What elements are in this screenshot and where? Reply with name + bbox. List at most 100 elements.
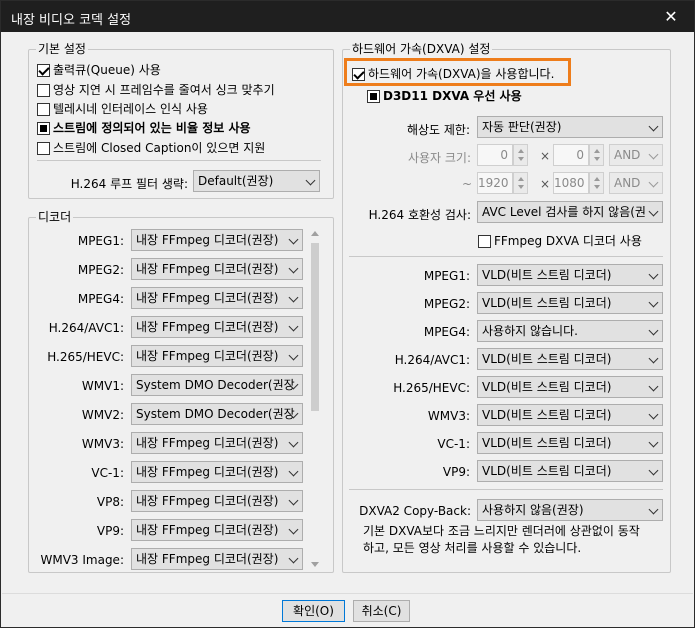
hw-codec-label-2: MPEG4:: [423, 325, 470, 339]
telecine-checkbox[interactable]: [37, 103, 50, 116]
decoder-scrollbar[interactable]: [308, 227, 322, 571]
ffmpeg-dxva-label: FFmpeg DXVA 디코더 사용: [494, 234, 642, 248]
h264-loop-filter-select[interactable]: Default(권장): [193, 170, 320, 192]
hw-codec-label-0: MPEG1:: [423, 269, 470, 283]
hw-enable-label: 하드웨어 가속(DXVA)을 사용합니다.: [368, 67, 555, 81]
hw-codec-label-1: MPEG2:: [423, 297, 470, 311]
copyback-description-2: 하고, 모든 영상 처리를 사용할 수 있습니다.: [363, 541, 582, 555]
hw-codec-select-1[interactable]: VLD(비트 스트림 디코더): [477, 292, 663, 314]
decoder-select-7[interactable]: 내장 FFmpeg 디코더(권장): [131, 432, 303, 454]
decoder-label-1: MPEG2:: [77, 263, 124, 277]
dialog-footer: [2, 593, 693, 627]
max-height-stepper[interactable]: [589, 172, 604, 194]
scroll-up-icon[interactable]: [311, 231, 319, 236]
option-d3d11[interactable]: D3D11 DXVA 우선 사용: [367, 87, 522, 104]
decoder-group-title: 디코더: [36, 210, 74, 224]
option-telecine[interactable]: 텔레시네 인터레이스 인식 사용: [37, 100, 208, 117]
times-sign: ×: [540, 149, 551, 163]
d3d11-checkbox[interactable]: [367, 90, 380, 103]
decoder-label-5: WMV1:: [81, 379, 124, 393]
scroll-thumb[interactable]: [311, 243, 319, 411]
decoder-select-9[interactable]: 내장 FFmpeg 디코더(권장): [131, 490, 303, 512]
closed-caption-label: 스트림에 Closed Caption이 있으면 지원: [53, 141, 266, 155]
h264-compat-label: H.264 호환성 검사:: [368, 208, 471, 222]
copyback-select[interactable]: 사용하지 않음(권장): [477, 499, 663, 521]
stream-aspect-checkbox[interactable]: [37, 122, 50, 135]
decoder-select-11[interactable]: 내장 FFmpeg 디코더(권장): [131, 548, 303, 570]
frame-drop-sync-checkbox[interactable]: [37, 84, 50, 97]
hw-separator-2: [349, 489, 663, 490]
decoder-select-8[interactable]: 내장 FFmpeg 디코더(권장): [131, 461, 303, 483]
decoder-select-6[interactable]: System DMO Decoder(권장: [131, 403, 303, 425]
and-select-2[interactable]: AND: [609, 172, 663, 194]
codec-settings-dialog: 내장 비디오 코덱 설정 ✕ 기본 설정 출력큐(Queue) 사용 영상 지연…: [0, 0, 695, 628]
user-size-label: 사용자 크기:: [407, 151, 471, 165]
min-height-stepper[interactable]: [589, 144, 604, 166]
hw-codec-select-6[interactable]: VLD(비트 스트림 디코더): [477, 432, 663, 454]
cancel-button[interactable]: 취소(C): [353, 600, 410, 622]
ok-button[interactable]: 확인(O): [282, 600, 345, 622]
output-queue-label: 출력큐(Queue) 사용: [53, 63, 161, 77]
decoder-select-4[interactable]: 내장 FFmpeg 디코더(권장): [131, 345, 303, 367]
option-output-queue[interactable]: 출력큐(Queue) 사용: [37, 61, 161, 78]
hw-codec-select-3[interactable]: VLD(비트 스트림 디코더): [477, 348, 663, 370]
hw-separator-1: [349, 256, 663, 257]
hw-codec-select-2[interactable]: 사용하지 않습니다.: [477, 320, 663, 342]
basic-separator: [37, 160, 321, 161]
d3d11-label: D3D11 DXVA 우선 사용: [383, 89, 522, 103]
basic-settings-title: 기본 설정: [36, 42, 88, 56]
hw-codec-label-6: VC-1:: [437, 437, 470, 451]
and-select-1[interactable]: AND: [609, 144, 663, 166]
decoder-select-1[interactable]: 내장 FFmpeg 디코더(권장): [131, 258, 303, 280]
min-width-stepper[interactable]: [513, 144, 528, 166]
decoder-label-8: VC-1:: [91, 466, 124, 480]
scroll-down-icon[interactable]: [311, 562, 319, 567]
resolution-limit-select[interactable]: 자동 판단(권장): [477, 116, 663, 138]
h264-loop-filter-label: H.264 루프 필터 생략:: [70, 177, 188, 191]
decoder-select-0[interactable]: 내장 FFmpeg 디코더(권장): [131, 229, 303, 251]
min-width-input[interactable]: 0: [477, 144, 513, 166]
hw-accel-title: 하드웨어 가속(DXVA) 설정: [350, 42, 493, 56]
copyback-description-1: 기본 DXVA보다 조금 느리지만 렌더러에 상관없이 동작: [363, 524, 640, 538]
output-queue-checkbox[interactable]: [37, 64, 50, 77]
decoder-select-3[interactable]: 내장 FFmpeg 디코더(권장): [131, 316, 303, 338]
decoder-label-3: H.264/AVC1:: [48, 321, 124, 335]
decoder-select-5[interactable]: System DMO Decoder(권장: [131, 374, 303, 396]
min-height-input[interactable]: 0: [553, 144, 589, 166]
frame-drop-sync-label: 영상 지연 시 프레임수를 줄여서 싱크 맞추기: [53, 83, 275, 97]
max-height-input[interactable]: 1080: [553, 172, 589, 194]
tilde-sign: ~: [462, 177, 473, 191]
option-frame-drop-sync[interactable]: 영상 지연 시 프레임수를 줄여서 싱크 맞추기: [37, 81, 275, 98]
copyback-label: DXVA2 Copy-Back:: [359, 504, 471, 518]
closed-caption-checkbox[interactable]: [37, 142, 50, 155]
title-bar: 내장 비디오 코덱 설정 ✕: [1, 1, 694, 32]
decoder-label-9: VP8:: [96, 495, 124, 509]
max-width-input[interactable]: 1920: [477, 172, 513, 194]
hw-codec-label-4: H.265/HEVC:: [393, 381, 470, 395]
hw-codec-select-0[interactable]: VLD(비트 스트림 디코더): [477, 264, 663, 286]
decoder-select-10[interactable]: 내장 FFmpeg 디코더(권장): [131, 519, 303, 541]
decoder-label-6: WMV2:: [81, 408, 124, 422]
decoder-label-2: MPEG4:: [77, 292, 124, 306]
window-title: 내장 비디오 코덱 설정: [11, 13, 132, 28]
h264-compat-select[interactable]: AVC Level 검사를 하지 않음(권: [477, 201, 663, 223]
hw-codec-select-7[interactable]: VLD(비트 스트림 디코더): [477, 460, 663, 482]
hw-codec-select-4[interactable]: VLD(비트 스트림 디코더): [477, 376, 663, 398]
decoder-label-0: MPEG1:: [77, 234, 124, 248]
ffmpeg-dxva-checkbox[interactable]: [478, 235, 491, 248]
stream-aspect-label: 스트림에 정의되어 있는 비율 정보 사용: [53, 121, 251, 135]
option-closed-caption[interactable]: 스트림에 Closed Caption이 있으면 지원: [37, 139, 265, 156]
option-ffmpeg-dxva[interactable]: FFmpeg DXVA 디코더 사용: [478, 232, 642, 249]
hw-codec-select-5[interactable]: VLD(비트 스트림 디코더): [477, 404, 663, 426]
close-icon[interactable]: ✕: [648, 1, 694, 32]
decoder-label-11: WMV3 Image:: [40, 553, 124, 567]
decoder-label-10: VP9:: [96, 524, 124, 538]
decoder-label-7: WMV3:: [81, 437, 124, 451]
hw-enable-checkbox[interactable]: [352, 68, 365, 81]
option-hw-enable[interactable]: 하드웨어 가속(DXVA)을 사용합니다.: [352, 65, 554, 82]
hw-codec-label-5: WMV3:: [427, 409, 470, 423]
decoder-select-2[interactable]: 내장 FFmpeg 디코더(권장): [131, 287, 303, 309]
times-sign-2: ×: [540, 177, 551, 191]
max-width-stepper[interactable]: [513, 172, 528, 194]
option-stream-aspect[interactable]: 스트림에 정의되어 있는 비율 정보 사용: [37, 119, 251, 136]
